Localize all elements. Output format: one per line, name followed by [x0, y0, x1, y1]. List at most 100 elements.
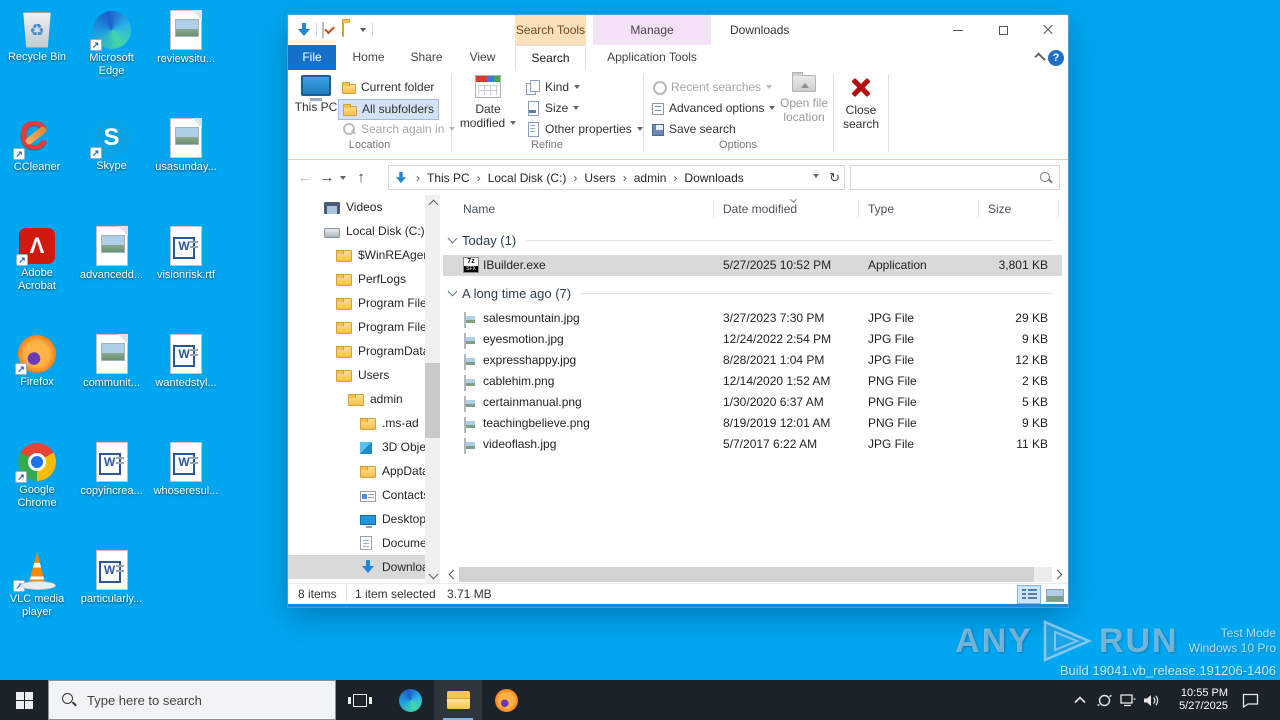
search-box[interactable] [850, 165, 1060, 190]
tab-search[interactable]: Search [515, 45, 586, 70]
scroll-down-icon[interactable] [425, 567, 440, 583]
desktop-icon-ccleaner[interactable]: CCleaner [1, 114, 73, 174]
close-button[interactable] [1028, 15, 1068, 45]
forward-icon[interactable]: → [318, 160, 336, 195]
desktop-icon-microsoft-edge[interactable]: Microsoft Edge [76, 10, 148, 78]
taskbar-clock[interactable]: 10:55 PM 5/27/2025 [1160, 680, 1228, 720]
other-properties-button[interactable]: Other properties [522, 120, 647, 141]
tab-share[interactable]: Share [402, 45, 451, 70]
column-header-name[interactable]: Name [463, 198, 495, 220]
sidebar-item-users[interactable]: Users [288, 363, 425, 387]
file-row-certainmanual-png[interactable]: certainmanual.png 1/30/2020 6:37 AM PNG … [443, 392, 1062, 413]
close-search-button[interactable]: Close search [837, 73, 885, 137]
tab-view[interactable]: View [458, 45, 507, 70]
taskbar-search[interactable] [48, 680, 336, 720]
desktop-icon-visionrisk-rtf[interactable]: visionrisk.rtf [150, 226, 222, 282]
sidebar-scrollbar[interactable] [425, 195, 440, 583]
desktop-icon-vlc-media-player[interactable]: VLC media player [1, 550, 73, 619]
desktop-icon-adobe-acrobat[interactable]: Adobe Acrobat [1, 226, 73, 293]
address-dropdown-icon[interactable] [813, 174, 820, 181]
column-header-type[interactable]: Type [868, 198, 894, 220]
breadcrumb-downloads[interactable]: Downloads [682, 171, 745, 185]
desktop-icon-usasunday[interactable]: usasunday... [150, 118, 222, 174]
taskbar-explorer-button[interactable] [434, 680, 482, 720]
task-view-button[interactable] [336, 680, 384, 720]
scroll-up-icon[interactable] [425, 195, 440, 211]
file-row-eyesmotion-jpg[interactable]: eyesmotion.jpg 12/24/2022 2:54 PM JPG Fi… [443, 329, 1062, 350]
tab-application-tools[interactable]: Application Tools [593, 45, 711, 70]
back-icon[interactable]: ← [296, 160, 314, 195]
desktop-icon-reviewsitu[interactable]: reviewsitu... [150, 10, 222, 66]
sidebar-item-videos[interactable]: Videos [288, 195, 425, 219]
advanced-options-button[interactable]: Advanced options [648, 99, 779, 120]
scroll-left-icon[interactable] [445, 566, 459, 583]
desktop-icon-copyincrea[interactable]: copyincrea... [76, 442, 148, 498]
breadcrumb-admin[interactable]: admin [632, 171, 669, 185]
sidebar-item-perflogs[interactable]: PerfLogs [288, 267, 425, 291]
file-row-teachingbelieve-png[interactable]: teachingbelieve.png 8/19/2019 12:01 AM P… [443, 413, 1062, 434]
qat-new-folder-icon[interactable] [342, 21, 344, 37]
date-modified-button[interactable]: Date modified [457, 73, 519, 137]
start-button[interactable] [0, 680, 48, 720]
save-search-button[interactable]: Save search [648, 120, 740, 141]
sidebar-item-contacts[interactable]: Contacts [288, 483, 425, 507]
group-header[interactable]: Today (1) [443, 229, 1062, 251]
sidebar-item-programdata[interactable]: ProgramData [288, 339, 425, 363]
kind-button[interactable]: Kind [522, 78, 584, 99]
sidebar-item--ms-ad[interactable]: .ms-ad [288, 411, 425, 435]
desktop-icon-firefox[interactable]: Firefox [1, 334, 73, 389]
sidebar-item--winreagent[interactable]: $WinREAgent [288, 243, 425, 267]
file-row-ibuilder-exe[interactable]: 7z SFX IBuilder.exe 5/27/2025 10:52 PM Ap… [443, 255, 1062, 276]
desktop-icon-recycle-bin[interactable]: Recycle Bin [1, 10, 73, 64]
up-icon[interactable]: ↑ [352, 160, 370, 195]
refresh-icon[interactable]: ↻ [829, 170, 840, 186]
open-file-location-button[interactable]: Open file location [777, 72, 831, 137]
tab-file[interactable]: File [288, 45, 336, 70]
maximize-button[interactable] [983, 15, 1023, 45]
file-row-expresshappy-jpg[interactable]: expresshappy.jpg 8/28/2021 1:04 PM JPG F… [443, 350, 1062, 371]
tray-sync-icon[interactable] [1094, 680, 1114, 720]
taskbar-search-input[interactable] [87, 692, 317, 708]
desktop-icon-google-chrome[interactable]: Google Chrome [1, 442, 73, 510]
desktop-icon-wantedstyl[interactable]: wantedstyl... [150, 334, 222, 390]
group-header[interactable]: A long time ago (7) [443, 282, 1062, 304]
minimize-button[interactable] [938, 15, 978, 45]
file-row-videoflash-jpg[interactable]: videoflash.jpg 5/7/2017 6:22 AM JPG File… [443, 434, 1062, 455]
desktop-icon-whoseresul[interactable]: whoseresul... [150, 442, 222, 498]
desktop-icon-particularly[interactable]: particularly... [76, 550, 148, 606]
sidebar-item-program-files-x86[interactable]: Program Files (x86) [288, 315, 425, 339]
tray-network-icon[interactable] [1118, 680, 1138, 720]
qat-properties-icon[interactable] [322, 22, 324, 38]
sidebar-item-local-disk-c[interactable]: Local Disk (C:) [288, 219, 425, 243]
taskbar-edge-button[interactable] [386, 680, 434, 720]
desktop-icon-advancedd[interactable]: advancedd... [76, 226, 148, 282]
breadcrumb-users[interactable]: Users [582, 171, 617, 185]
manage-contextual-header[interactable]: Manage [593, 15, 711, 45]
large-icons-view-button[interactable] [1043, 586, 1065, 603]
search-again-in-button[interactable]: Search again in [338, 120, 459, 141]
current-folder-button[interactable]: Current folder [338, 78, 438, 99]
horizontal-scrollbar[interactable] [443, 566, 1068, 583]
scrollbar-thumb[interactable] [425, 363, 440, 438]
tray-volume-icon[interactable] [1141, 680, 1161, 720]
all-subfolders-button[interactable]: All subfolders [338, 99, 440, 120]
help-icon[interactable]: ? [1048, 50, 1064, 66]
column-header-date-modified[interactable]: Date modified [723, 198, 797, 220]
sidebar-item-program-files[interactable]: Program Files [288, 291, 425, 315]
desktop-icon-communit[interactable]: communit... [76, 334, 148, 390]
qat-customize-chevron-icon[interactable] [360, 28, 366, 35]
column-header-size[interactable]: Size [988, 198, 1011, 220]
scroll-right-icon[interactable] [1052, 566, 1066, 583]
recent-searches-button[interactable]: Recent searches [648, 78, 776, 99]
tab-home[interactable]: Home [345, 45, 392, 70]
sidebar-item-desktop[interactable]: Desktop [288, 507, 425, 531]
file-row-salesmountain-jpg[interactable]: salesmountain.jpg 3/27/2023 7:30 PM JPG … [443, 308, 1062, 329]
action-center-button[interactable] [1236, 680, 1264, 720]
breadcrumb-this-pc[interactable]: This PC [425, 171, 472, 185]
sidebar-item-3d-objects[interactable]: 3D Objects [288, 435, 425, 459]
search-tools-contextual-header[interactable]: Search Tools [515, 15, 586, 45]
taskbar-firefox-button[interactable] [482, 680, 530, 720]
tray-show-hidden-icons[interactable] [1070, 680, 1090, 720]
this-pc-button[interactable]: This PC [294, 73, 338, 137]
sidebar-item-appdata[interactable]: AppData [288, 459, 425, 483]
